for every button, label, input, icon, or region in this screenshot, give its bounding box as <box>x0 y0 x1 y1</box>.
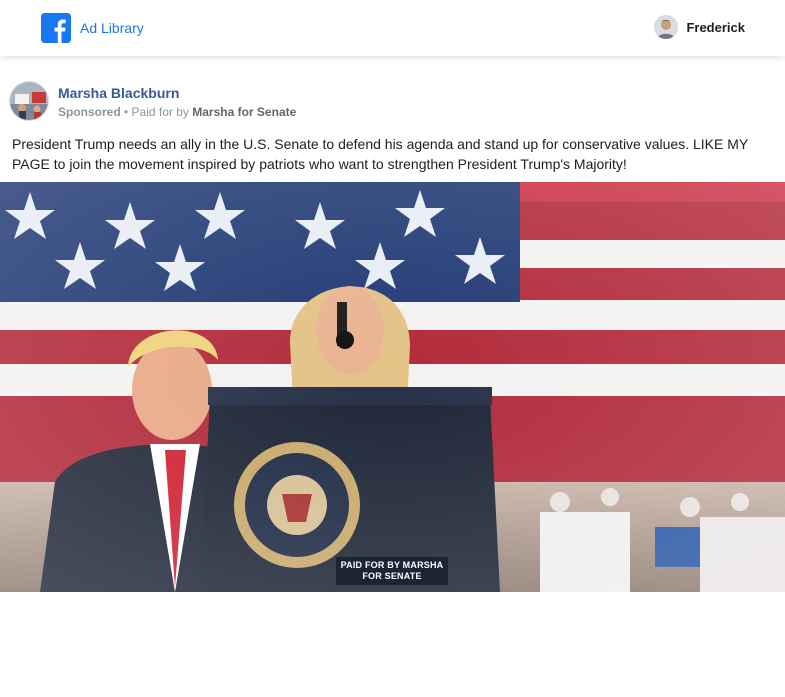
post-header: Marsha Blackburn Sponsored • Paid for by… <box>9 81 296 121</box>
rally-photo <box>0 182 785 592</box>
facebook-icon[interactable] <box>41 13 71 43</box>
user-name: Frederick <box>686 19 745 35</box>
page-meta: Marsha Blackburn Sponsored • Paid for by… <box>58 81 296 121</box>
ad-library-link[interactable]: Ad Library <box>80 20 144 36</box>
sponsored-label: Sponsored <box>58 105 121 119</box>
page-name-link[interactable]: Marsha Blackburn <box>58 85 296 101</box>
paid-for-disclaimer: PAID FOR BY MARSHA FOR SENATE <box>336 557 448 585</box>
post-body-text: President Trump needs an ally in the U.S… <box>12 136 748 172</box>
user-profile-menu[interactable]: Frederick <box>654 15 745 39</box>
payer-name: Marsha for Senate <box>192 105 297 119</box>
top-navigation-bar: Ad Library Frederick <box>0 0 785 56</box>
sponsored-line: Sponsored • Paid for by Marsha for Senat… <box>58 105 296 119</box>
paid-label-line2: FOR SENATE <box>362 571 422 581</box>
ad-image[interactable]: PAID FOR BY MARSHA FOR SENATE <box>0 182 785 592</box>
page-avatar[interactable] <box>9 81 49 121</box>
paid-label-line1: PAID FOR BY MARSHA <box>340 560 444 570</box>
user-avatar <box>654 15 679 39</box>
paid-for-prefix: • Paid for by <box>120 105 193 119</box>
